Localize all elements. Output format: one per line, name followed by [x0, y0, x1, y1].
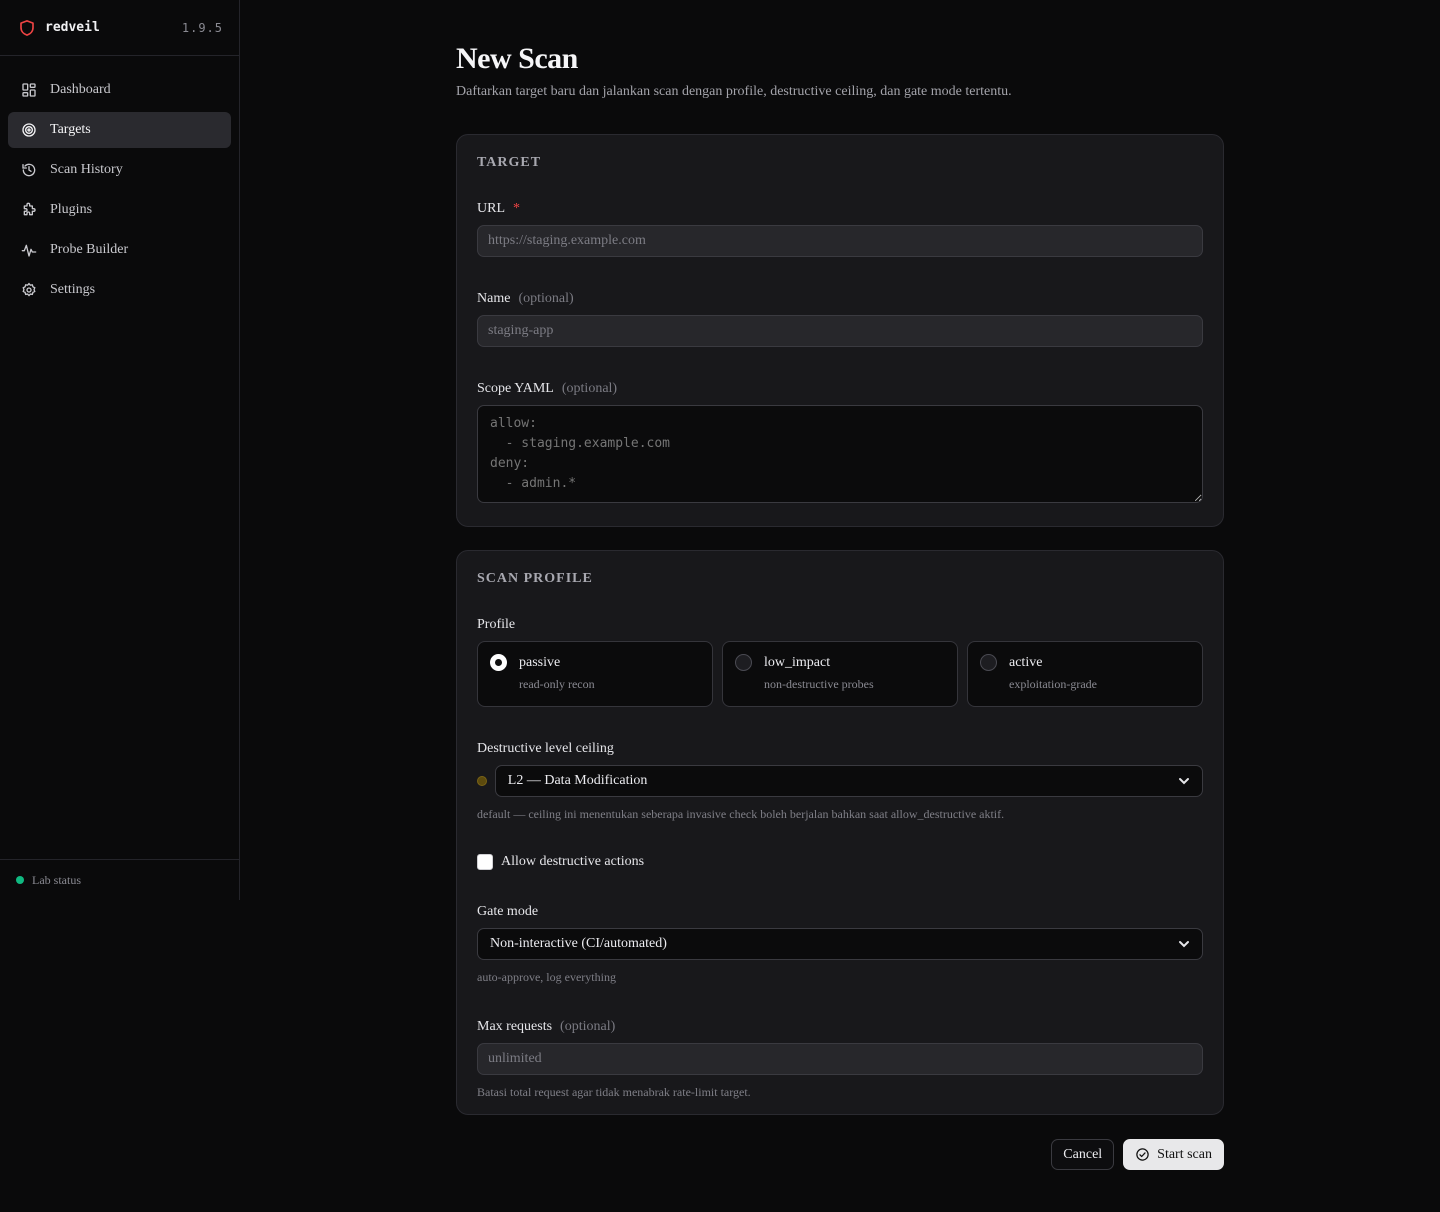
profile-option-passive[interactable]: passive read-only recon	[477, 641, 713, 707]
gate-mode-label: Gate mode	[477, 904, 539, 919]
app-version: 1.9.5	[181, 20, 223, 35]
lab-status-label: Lab status	[32, 872, 81, 887]
cancel-button[interactable]: Cancel	[1051, 1139, 1115, 1170]
gate-mode-select[interactable]: Non-interactive (CI/automated)	[477, 928, 1203, 960]
sidebar-item-probe-builder[interactable]: Probe Builder	[8, 232, 231, 268]
required-marker: *	[513, 201, 520, 216]
scope-yaml-textarea[interactable]	[477, 405, 1203, 503]
profile-option-low-impact[interactable]: low_impact non-destructive probes	[722, 641, 958, 707]
target-card: Target URL * Name (optional) Scope YAML …	[456, 134, 1224, 527]
gate-mode-field-group: Gate mode Non-interactive (CI/automated)…	[477, 904, 1203, 985]
sidebar-item-label: Probe Builder	[50, 242, 129, 257]
destructive-hint: default — ceiling ini menentukan seberap…	[477, 807, 1005, 821]
selected-value: L2 — Data Modification	[507, 773, 648, 788]
sidebar-item-label: Dashboard	[50, 82, 111, 97]
radio-button[interactable]	[980, 654, 997, 671]
gear-icon	[20, 281, 38, 299]
selected-value: Non-interactive (CI/automated)	[490, 936, 667, 951]
max-requests-label-text: Max requests	[477, 1019, 553, 1034]
profile-option-name: passive	[519, 655, 561, 670]
url-label-text: URL	[477, 201, 505, 216]
chevron-down-icon	[1178, 938, 1190, 950]
profile-label: Profile	[477, 617, 516, 632]
allow-destructive-row[interactable]: Allow destructive actions	[477, 854, 1203, 870]
scope-label-text: Scope YAML	[477, 381, 554, 396]
sidebar-item-targets[interactable]: Targets	[8, 112, 231, 148]
max-requests-field-group: Max requests (optional) Batasi total req…	[477, 1019, 1203, 1100]
radio-button[interactable]	[735, 654, 752, 671]
brand-name[interactable]: redveil	[45, 20, 182, 35]
profile-option-active[interactable]: active exploitation-grade	[967, 641, 1203, 707]
sidebar-nav: Dashboard Targets Scan History Plugins P…	[0, 56, 239, 308]
allow-destructive-checkbox[interactable]	[477, 854, 493, 870]
form-actions: Cancel Start scan	[456, 1139, 1224, 1170]
profile-option-text: active exploitation-grade	[1009, 654, 1097, 706]
sidebar-item-scan-history[interactable]: Scan History	[8, 152, 231, 188]
scope-label: Scope YAML (optional)	[477, 381, 1203, 397]
url-field-group: URL *	[477, 201, 1203, 257]
puzzle-icon	[20, 201, 38, 219]
profile-radio-group: passive read-only recon low_impact non-d…	[477, 641, 1203, 707]
name-field-group: Name (optional)	[477, 291, 1203, 347]
allow-destructive-label: Allow destructive actions	[501, 854, 645, 869]
radio-button[interactable]	[490, 654, 507, 671]
waveform-icon	[20, 241, 38, 259]
sidebar: redveil 1.9.5 Dashboard Targets Scan His…	[0, 0, 240, 900]
name-label: Name (optional)	[477, 291, 1203, 307]
target-icon	[20, 121, 38, 139]
sidebar-item-label: Scan History	[50, 162, 123, 177]
gate-mode-hint: auto-approve, log everything	[477, 970, 616, 984]
name-label-text: Name	[477, 291, 511, 306]
brand-header: redveil 1.9.5	[0, 0, 239, 56]
optional-marker: (optional)	[518, 291, 574, 306]
shield-icon	[18, 19, 36, 37]
level-indicator	[477, 776, 487, 786]
sidebar-item-label: Targets	[50, 122, 91, 137]
profile-option-text: passive read-only recon	[519, 654, 595, 706]
sidebar-item-label: Settings	[50, 282, 96, 297]
profile-option-desc: exploitation-grade	[1009, 677, 1097, 691]
history-icon	[20, 161, 38, 179]
url-input[interactable]	[477, 225, 1203, 257]
sidebar-item-settings[interactable]: Settings	[8, 272, 231, 308]
check-circle-icon	[1135, 1147, 1150, 1162]
chevron-down-icon	[1178, 775, 1190, 787]
sidebar-item-label: Plugins	[50, 202, 93, 217]
name-input[interactable]	[477, 315, 1203, 347]
max-requests-input[interactable]	[477, 1043, 1203, 1075]
sidebar-item-dashboard[interactable]: Dashboard	[8, 72, 231, 108]
sidebar-item-plugins[interactable]: Plugins	[8, 192, 231, 228]
section-title-target: Target	[477, 155, 542, 170]
lab-status[interactable]: Lab status	[0, 859, 239, 900]
profile-option-desc: read-only recon	[519, 677, 595, 691]
page-title: New Scan	[456, 42, 578, 75]
optional-marker: (optional)	[560, 1019, 616, 1034]
profile-option-text: low_impact non-destructive probes	[764, 654, 874, 706]
profile-option-name: active	[1009, 655, 1043, 670]
section-title-scan-profile: Scan Profile	[477, 571, 593, 586]
page-subtitle: Daftarkan target baru dan jalankan scan …	[456, 84, 1012, 99]
max-requests-label: Max requests (optional)	[477, 1019, 1203, 1035]
max-requests-hint: Batasi total request agar tidak menabrak…	[477, 1085, 751, 1099]
optional-marker: (optional)	[561, 381, 618, 396]
profile-option-name: low_impact	[764, 655, 831, 670]
dashboard-grid-icon	[20, 81, 38, 99]
destructive-field-group: Destructive level ceiling L2 — Data Modi…	[477, 741, 1203, 822]
start-scan-button[interactable]: Start scan	[1123, 1139, 1224, 1170]
profile-field-group: Profile passive read-only recon low_impa…	[477, 617, 1203, 707]
destructive-level-select[interactable]: L2 — Data Modification	[494, 765, 1203, 797]
profile-option-desc: non-destructive probes	[764, 677, 874, 691]
url-label: URL *	[477, 201, 1203, 217]
destructive-select-row: L2 — Data Modification	[477, 765, 1203, 797]
main-content: New Scan Daftarkan target baru dan jalan…	[456, 40, 1224, 1170]
destructive-label: Destructive level ceiling	[477, 741, 614, 756]
status-indicator	[16, 876, 24, 884]
scan-profile-card: Scan Profile Profile passive read-only r…	[456, 550, 1224, 1115]
start-scan-label: Start scan	[1157, 1146, 1212, 1162]
scope-field-group: Scope YAML (optional)	[477, 381, 1203, 508]
